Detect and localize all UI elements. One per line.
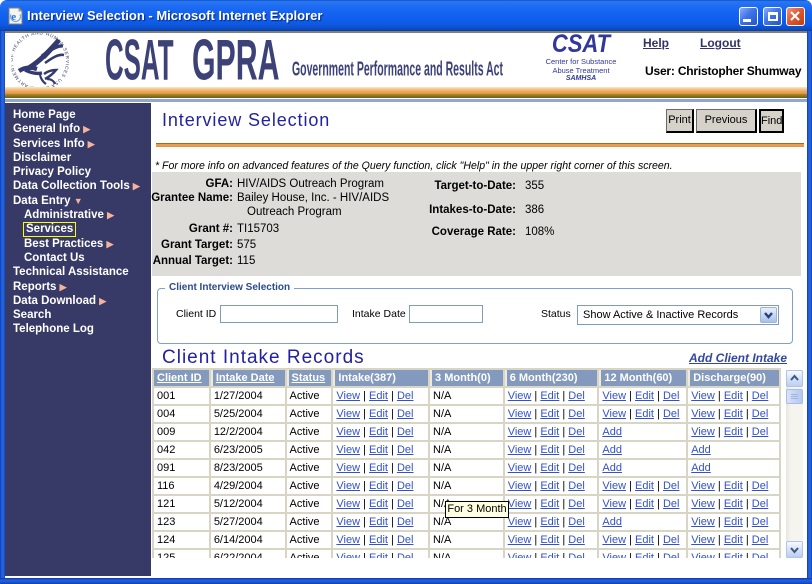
svg-text:Government Performance and Res: Government Performance and Results Act (292, 59, 503, 81)
svg-text:CSAT: CSAT (105, 33, 174, 88)
svg-text:GPRA: GPRA (192, 33, 280, 88)
